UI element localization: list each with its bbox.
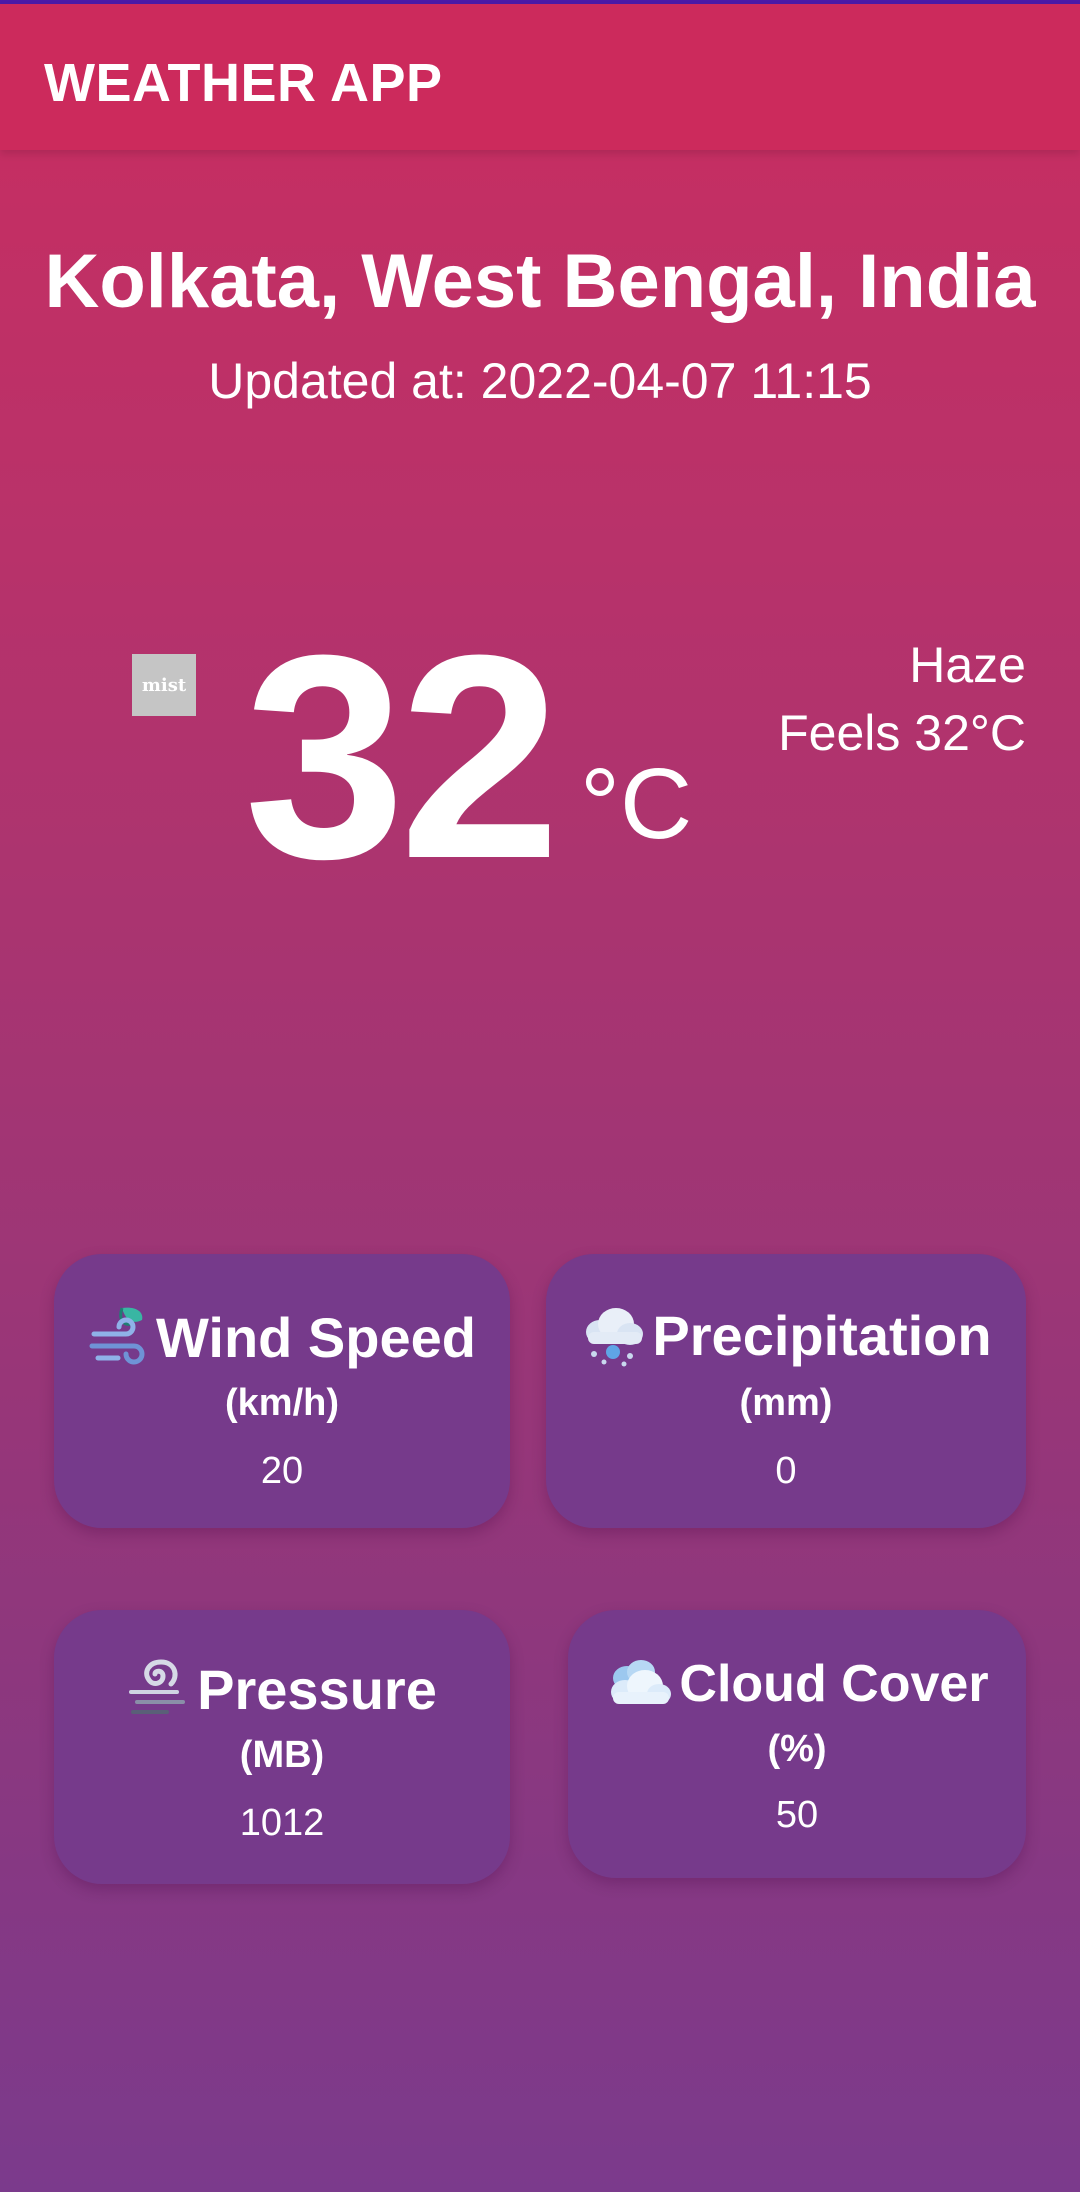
cloud-cover-value: 50: [775, 1794, 819, 1836]
precipitation-value: 0: [775, 1450, 797, 1492]
pressure-unit: (MB): [239, 1734, 325, 1776]
pressure-header: Pressure: [54, 1656, 510, 1722]
precipitation-card: Precipitation (mm) 0: [546, 1254, 1026, 1528]
feels-like: Feels 32°C: [778, 705, 1026, 761]
temperature-value: 32: [244, 595, 561, 919]
location-title: Kolkata, West Bengal, India: [44, 239, 1036, 324]
temperature-unit: °C: [580, 748, 693, 860]
weather-condition-image-label: mist: [141, 674, 187, 696]
weather-condition: Haze: [909, 637, 1026, 693]
weather-condition-image: mist: [132, 654, 196, 716]
updated-timestamp: Updated at: 2022-04-07 11:15: [208, 353, 872, 409]
pressure-value: 1012: [239, 1802, 325, 1844]
wind-speed-title: Wind Speed: [156, 1305, 476, 1369]
wind-speed-value: 20: [260, 1450, 304, 1492]
pressure-icon: [129, 1659, 186, 1714]
cloud-cover-title: Cloud Cover: [679, 1655, 989, 1713]
wind-speed-unit: (km/h): [225, 1382, 339, 1424]
cloud-cover-unit: (%): [767, 1728, 827, 1770]
wind-icon: [89, 1307, 145, 1365]
app-bar: WEATHER APP: [0, 4, 1080, 150]
cloud-icon: [611, 1660, 672, 1704]
precipitation-unit: (mm): [739, 1382, 833, 1424]
wind-speed-card: Wind Speed (km/h) 20: [54, 1254, 510, 1528]
precipitation-title: Precipitation: [652, 1303, 992, 1367]
app-title: WEATHER APP: [44, 53, 443, 113]
pressure-card: Pressure (MB) 1012: [54, 1610, 510, 1884]
cloud-cover-card: Cloud Cover (%) 50: [568, 1610, 1026, 1878]
wind-speed-header: Wind Speed: [54, 1302, 510, 1372]
snow-cloud-icon: [586, 1308, 644, 1367]
pressure-title: Pressure: [197, 1657, 437, 1721]
precipitation-header: Precipitation: [546, 1302, 1026, 1368]
cloud-cover-header: Cloud Cover: [568, 1654, 1026, 1714]
